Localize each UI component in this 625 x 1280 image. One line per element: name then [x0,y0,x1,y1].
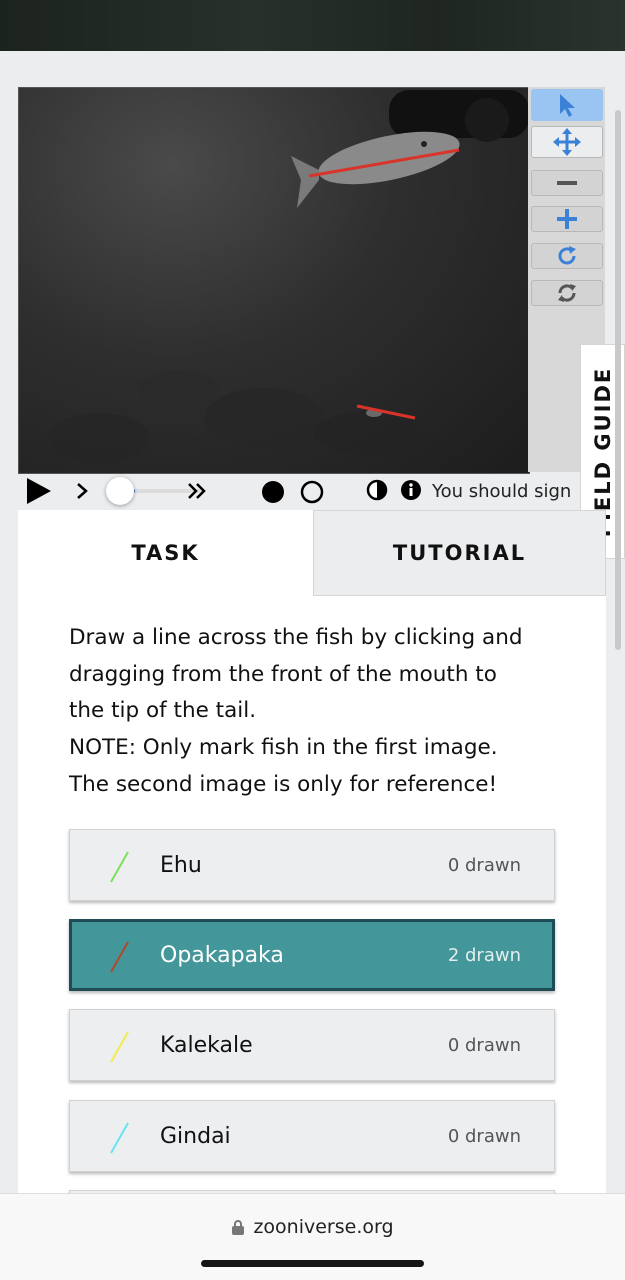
page-scrollbar[interactable] [615,110,621,650]
play-icon [27,478,51,504]
choice-ehu[interactable]: Ehu 0 drawn [69,829,555,901]
move-tool-button[interactable] [531,126,603,158]
choice-count: 0 drawn [447,854,521,876]
marks-visible-toggle[interactable] [260,479,286,505]
home-indicator[interactable] [201,1260,424,1267]
zoom-out-button[interactable] [531,170,603,196]
instruction-line: Draw a line across the fish by clicking … [69,625,523,650]
choice-label: Opakapaka [160,942,284,968]
choice-count: 2 drawn [447,944,521,966]
signin-notice: You should sign [432,481,572,502]
fast-forward-button[interactable] [184,480,210,502]
browser-address-bar[interactable]: zooniverse.org [0,1193,625,1280]
zoom-in-button[interactable] [531,206,603,232]
url-text: zooniverse.org [253,1216,394,1238]
choice-count: 0 drawn [447,1125,521,1147]
hollow-circle-icon [300,480,324,504]
choice-label: Ehu [160,852,202,878]
rotate-button[interactable] [531,243,603,269]
tab-task[interactable]: TASK [18,510,313,596]
choice-kalekale[interactable]: Kalekale 0 drawn [69,1009,555,1081]
choice-label: Gindai [160,1123,231,1149]
url-display[interactable]: zooniverse.org [0,1216,625,1238]
frame-slider-thumb[interactable] [106,477,134,505]
task-instructions: Draw a line across the fish by clicking … [69,620,569,804]
metadata-button[interactable] [399,478,423,502]
contrast-icon [366,479,388,501]
choice-count: 0 drawn [447,1034,521,1056]
pointer-tool-button[interactable] [531,89,603,121]
zoom-in-icon [557,209,577,229]
camera-preview-strip [0,0,625,51]
move-icon [553,128,581,156]
reset-button[interactable] [531,280,603,306]
next-frame-button[interactable] [72,480,92,502]
choice-label: Kalekale [160,1032,253,1058]
filled-circle-icon [262,481,284,503]
instruction-line: The second image is only for reference! [69,771,498,797]
instruction-line: the tip of the tail. [69,698,257,724]
chevron-right-icon [77,483,88,499]
task-tabs: TASK TUTORIAL [18,510,606,596]
task-panel: Draw a line across the fish by clicking … [18,596,606,1193]
marks-hidden-toggle[interactable] [299,479,325,505]
subject-image[interactable] [18,87,530,474]
double-chevron-right-icon [188,483,206,499]
viewer-controls: You should sign [18,472,588,510]
invert-button[interactable] [365,478,389,502]
pointer-icon [560,94,575,117]
rotate-icon [558,246,576,265]
lock-icon [232,1220,245,1235]
reset-icon [558,284,576,302]
line-tool-icon [110,851,129,883]
play-button[interactable] [24,476,54,506]
zoom-out-icon [557,181,577,185]
line-tool-icon [110,1031,129,1063]
instruction-line: NOTE: Only mark fish in the first image. [69,735,498,761]
line-tool-icon [110,941,129,973]
choice-gindai[interactable]: Gindai 0 drawn [69,1100,555,1172]
tab-tutorial[interactable]: TUTORIAL [313,510,606,596]
line-tool-icon [110,1122,129,1154]
choice-opakapaka[interactable]: Opakapaka 2 drawn [69,919,555,991]
instruction-line: dragging from the front of the mouth to [69,661,497,687]
info-icon [401,480,421,500]
